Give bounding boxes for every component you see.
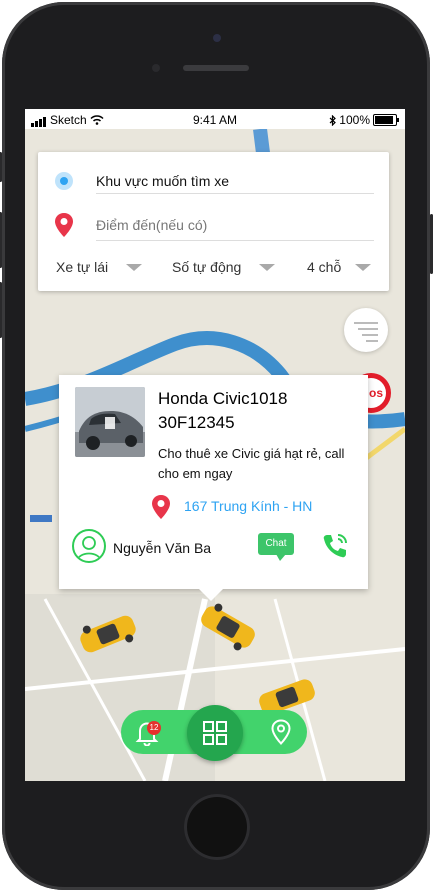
owner-avatar-icon[interactable] bbox=[72, 529, 106, 563]
owner-name[interactable]: Nguyễn Văn Ba bbox=[113, 540, 211, 556]
divider bbox=[96, 240, 374, 241]
grid-icon bbox=[203, 721, 227, 745]
phone-call-icon[interactable] bbox=[320, 531, 350, 561]
chat-button[interactable]: Chat bbox=[258, 533, 294, 561]
car-info-card[interactable]: Honda Civic1018 30F12345 Cho thuê xe Civ… bbox=[59, 375, 368, 601]
pickup-row[interactable]: Khu vực muốn tìm xe bbox=[38, 152, 389, 200]
filter-transmission-label: Số tự động bbox=[172, 259, 242, 275]
filter-transmission[interactable]: Số tự động bbox=[172, 259, 276, 275]
chat-label: Chat bbox=[265, 538, 287, 549]
dropdown-arrow-icon bbox=[259, 263, 276, 271]
destination-input[interactable]: Điểm đến(nếu có) bbox=[96, 217, 207, 233]
filter-seats-label: 4 chỗ bbox=[307, 259, 342, 275]
location-dot-icon bbox=[55, 172, 73, 190]
location-marker-icon[interactable] bbox=[271, 719, 291, 745]
home-button[interactable] bbox=[184, 794, 250, 860]
destination-row[interactable]: Điểm đến(nếu có) bbox=[38, 200, 389, 246]
mute-switch bbox=[0, 152, 2, 182]
filter-seats[interactable]: 4 chỗ bbox=[307, 259, 372, 275]
dropdown-arrow-icon bbox=[355, 263, 372, 271]
search-panel: Khu vực muốn tìm xe Điểm đến(nếu có) Xe … bbox=[38, 152, 389, 291]
bluetooth-icon bbox=[329, 114, 337, 126]
battery-percent: 100% bbox=[339, 113, 370, 127]
pickup-input[interactable]: Khu vực muốn tìm xe bbox=[96, 173, 229, 189]
volume-up-button bbox=[0, 212, 2, 268]
notification-badge: 12 bbox=[147, 721, 161, 735]
grid-menu-button[interactable] bbox=[187, 705, 243, 761]
volume-down-button bbox=[0, 282, 2, 338]
car-title: Honda Civic1018 30F12345 bbox=[158, 389, 288, 432]
dropdown-arrow-icon bbox=[126, 263, 143, 271]
front-camera bbox=[213, 34, 221, 42]
app-screen: os Sketch 9:41 AM 100% Khu vực muốn tìm … bbox=[25, 109, 405, 781]
map-pin-icon bbox=[55, 213, 73, 237]
car-description: Cho thuê xe Civic giá hạt rẻ, call cho e… bbox=[158, 446, 345, 481]
battery-icon bbox=[373, 114, 399, 126]
location-pin-icon bbox=[152, 495, 170, 519]
divider bbox=[96, 193, 374, 194]
map-sos-label: os bbox=[368, 386, 383, 400]
filter-drive-type-label: Xe tự lái bbox=[56, 259, 109, 275]
filter-drive-type[interactable]: Xe tự lái bbox=[56, 259, 143, 275]
car-thumbnail[interactable] bbox=[75, 387, 145, 457]
status-bar: Sketch 9:41 AM 100% bbox=[25, 109, 405, 129]
list-menu-button[interactable] bbox=[344, 308, 388, 352]
earpiece-speaker bbox=[183, 65, 249, 71]
car-address[interactable]: 167 Trung Kính - HN bbox=[184, 498, 312, 514]
proximity-sensor bbox=[152, 64, 160, 72]
